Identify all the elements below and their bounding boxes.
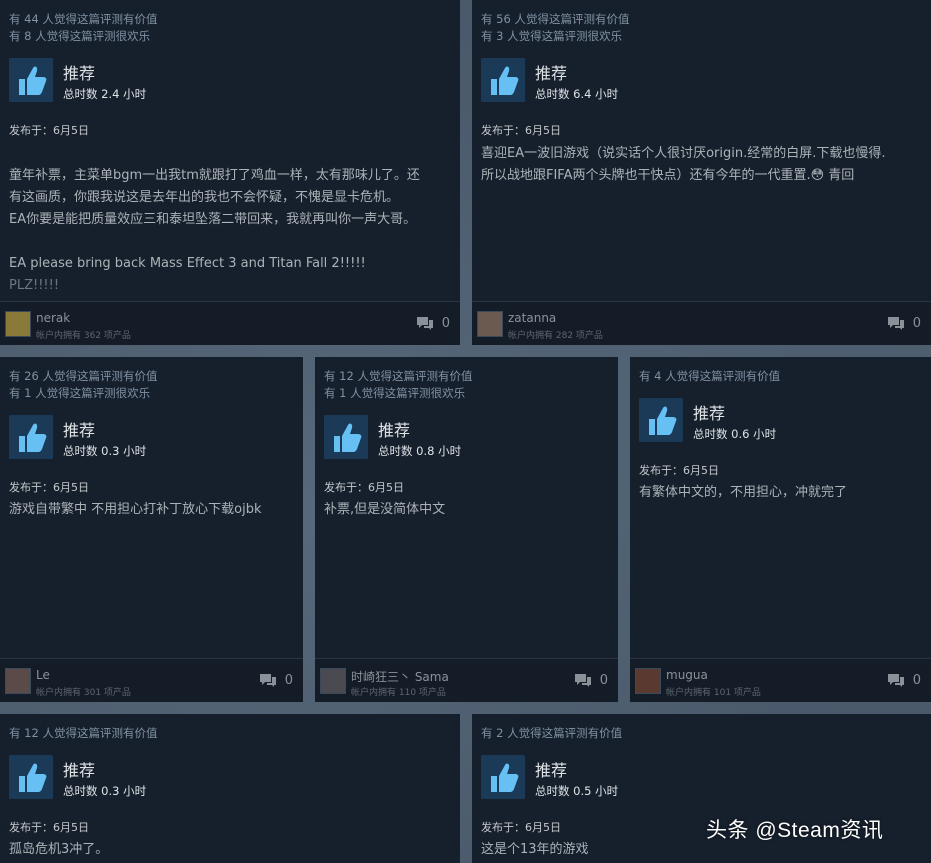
- comment-bubble-icon: [887, 674, 904, 687]
- comments-button[interactable]: 0: [259, 672, 293, 688]
- thumbs-up-icon[interactable]: [324, 415, 368, 459]
- review-text: 游戏自带繁中 不用担心打补丁放心下载ojbk: [9, 502, 262, 517]
- comments-button[interactable]: 0: [887, 315, 921, 331]
- recommend-label: 推荐: [63, 64, 96, 83]
- review-text: 喜迎EA一波旧游戏（说实话个人很讨厌origin.经常的白屏.下载也慢得. 所以…: [481, 146, 886, 183]
- review-text: 有繁体中文的，不用担心，冲就完了: [639, 485, 848, 500]
- owned-products: 帐户内拥有 101 项产品: [666, 688, 761, 698]
- thumbs-up-icon[interactable]: [9, 58, 53, 102]
- hours-played: 总时数 0.3 小时: [63, 784, 147, 798]
- posted-date: 发布于：6月5日: [9, 821, 89, 834]
- thumbs-up-icon[interactable]: [639, 398, 683, 442]
- watermark: 头条 @Steam资讯: [706, 819, 884, 842]
- helpful-count: 有 26 人觉得这篇评测有价值 有 1 人觉得这篇评测很欢乐: [9, 368, 157, 402]
- comments-button[interactable]: 0: [887, 672, 921, 688]
- helpful-count: 有 12 人觉得这篇评测有价值: [9, 725, 157, 742]
- comment-bubble-icon: [259, 674, 276, 687]
- comment-count: 0: [599, 672, 608, 688]
- review-footer: Le 帐户内拥有 301 项产品 0: [0, 658, 303, 702]
- helpful-count: 有 12 人觉得这篇评测有价值 有 1 人觉得这篇评测很欢乐: [324, 368, 472, 402]
- username[interactable]: mugua: [666, 668, 708, 682]
- review-card: 有 44 人觉得这篇评测有价值 有 8 人觉得这篇评测很欢乐 推荐 总时数 2.…: [0, 0, 460, 345]
- thumbs-up-icon[interactable]: [481, 755, 525, 799]
- helpful-text: 有 26 人觉得这篇评测有价值: [9, 369, 158, 383]
- posted-date: 发布于：6月5日: [481, 821, 561, 834]
- thumbs-up-icon[interactable]: [9, 755, 53, 799]
- comment-bubble-icon: [416, 317, 433, 330]
- posted-date: 发布于：6月5日: [9, 481, 89, 494]
- avatar[interactable]: [5, 311, 31, 337]
- review-footer: nerak 帐户内拥有 362 项产品 0: [0, 301, 460, 345]
- recommend-label: 推荐: [693, 404, 726, 423]
- comment-count: 0: [284, 672, 293, 688]
- username[interactable]: zatanna: [508, 311, 556, 325]
- helpful-count: 有 56 人觉得这篇评测有价值 有 3 人觉得这篇评测很欢乐: [481, 11, 629, 45]
- avatar[interactable]: [5, 668, 31, 694]
- helpful-text: 有 12 人觉得这篇评测有价值: [324, 369, 473, 383]
- thumbs-up-icon[interactable]: [9, 415, 53, 459]
- review-card: 有 12 人觉得这篇评测有价值 推荐 总时数 0.3 小时 发布于：6月5日 孤…: [0, 714, 460, 863]
- comment-bubble-icon: [574, 674, 591, 687]
- comments-button[interactable]: 0: [574, 672, 608, 688]
- helpful-text: 有 44 人觉得这篇评测有价值: [9, 12, 158, 26]
- posted-date: 发布于：6月5日: [639, 464, 719, 477]
- hours-played: 总时数 0.8 小时: [378, 444, 462, 458]
- review-footer: mugua 帐户内拥有 101 项产品 0: [630, 658, 931, 702]
- username[interactable]: nerak: [36, 311, 70, 325]
- owned-products: 帐户内拥有 110 项产品: [351, 688, 446, 698]
- recommend-label: 推荐: [535, 761, 568, 780]
- helpful-text: 有 12 人觉得这篇评测有价值: [9, 726, 158, 740]
- review-text: 童年补票，主菜单bgm一出我tm就跟打了鸡血一样，太有那味儿了。还 有这画质，你…: [9, 143, 457, 319]
- hours-played: 总时数 0.5 小时: [535, 784, 619, 798]
- helpful-count: 有 44 人觉得这篇评测有价值 有 8 人觉得这篇评测很欢乐: [9, 11, 157, 45]
- review-footer: zatanna 帐户内拥有 282 项产品 0: [472, 301, 931, 345]
- owned-products: 帐户内拥有 301 项产品: [36, 688, 131, 698]
- thumbs-up-icon[interactable]: [481, 58, 525, 102]
- helpful-count: 有 2 人觉得这篇评测有价值: [481, 725, 622, 742]
- posted-date: 发布于：6月5日: [9, 124, 89, 137]
- funny-text: 有 1 人觉得这篇评测很欢乐: [324, 386, 466, 400]
- hours-played: 总时数 6.4 小时: [535, 87, 619, 101]
- review-card: 有 56 人觉得这篇评测有价值 有 3 人觉得这篇评测很欢乐 推荐 总时数 6.…: [472, 0, 931, 345]
- comment-count: 0: [912, 672, 921, 688]
- helpful-count: 有 4 人觉得这篇评测有价值: [639, 368, 780, 385]
- avatar[interactable]: [320, 668, 346, 694]
- comment-bubble-icon: [887, 317, 904, 330]
- comment-count: 0: [441, 315, 450, 331]
- review-card: 有 4 人觉得这篇评测有价值 推荐 总时数 0.6 小时 发布于：6月5日 有繁…: [630, 357, 931, 702]
- funny-text: 有 8 人觉得这篇评测很欢乐: [9, 29, 151, 43]
- review-card: 有 12 人觉得这篇评测有价值 有 1 人觉得这篇评测很欢乐 推荐 总时数 0.…: [315, 357, 618, 702]
- posted-date: 发布于：6月5日: [481, 124, 561, 137]
- funny-text: 有 1 人觉得这篇评测很欢乐: [9, 386, 151, 400]
- review-text-muted: PLZ!!!!!: [9, 278, 60, 293]
- hours-played: 总时数 2.4 小时: [63, 87, 147, 101]
- username[interactable]: Le: [36, 668, 50, 682]
- helpful-text: 有 56 人觉得这篇评测有价值: [481, 12, 630, 26]
- helpful-text: 有 4 人觉得这篇评测有价值: [639, 369, 781, 383]
- recommend-label: 推荐: [535, 64, 568, 83]
- comments-button[interactable]: 0: [416, 315, 450, 331]
- hours-played: 总时数 0.6 小时: [693, 427, 777, 441]
- review-text: 补票,但是没简体中文: [324, 502, 446, 517]
- comment-count: 0: [912, 315, 921, 331]
- hours-played: 总时数 0.3 小时: [63, 444, 147, 458]
- review-card: 有 26 人觉得这篇评测有价值 有 1 人觉得这篇评测很欢乐 推荐 总时数 0.…: [0, 357, 303, 702]
- avatar[interactable]: [635, 668, 661, 694]
- funny-text: 有 3 人觉得这篇评测很欢乐: [481, 29, 623, 43]
- review-footer: 时崎狂三丶 Sama 帐户内拥有 110 项产品 0: [315, 658, 618, 702]
- review-text-main: 童年补票，主菜单bgm一出我tm就跟打了鸡血一样，太有那味儿了。还 有这画质，你…: [9, 168, 420, 271]
- recommend-label: 推荐: [378, 421, 411, 440]
- recommend-label: 推荐: [63, 761, 96, 780]
- owned-products: 帐户内拥有 362 项产品: [36, 331, 131, 341]
- avatar[interactable]: [477, 311, 503, 337]
- owned-products: 帐户内拥有 282 项产品: [508, 331, 603, 341]
- recommend-label: 推荐: [63, 421, 96, 440]
- posted-date: 发布于：6月5日: [324, 481, 404, 494]
- username[interactable]: 时崎狂三丶 Sama: [351, 668, 449, 685]
- helpful-text: 有 2 人觉得这篇评测有价值: [481, 726, 623, 740]
- review-text: 孤岛危机3冲了。: [9, 842, 109, 857]
